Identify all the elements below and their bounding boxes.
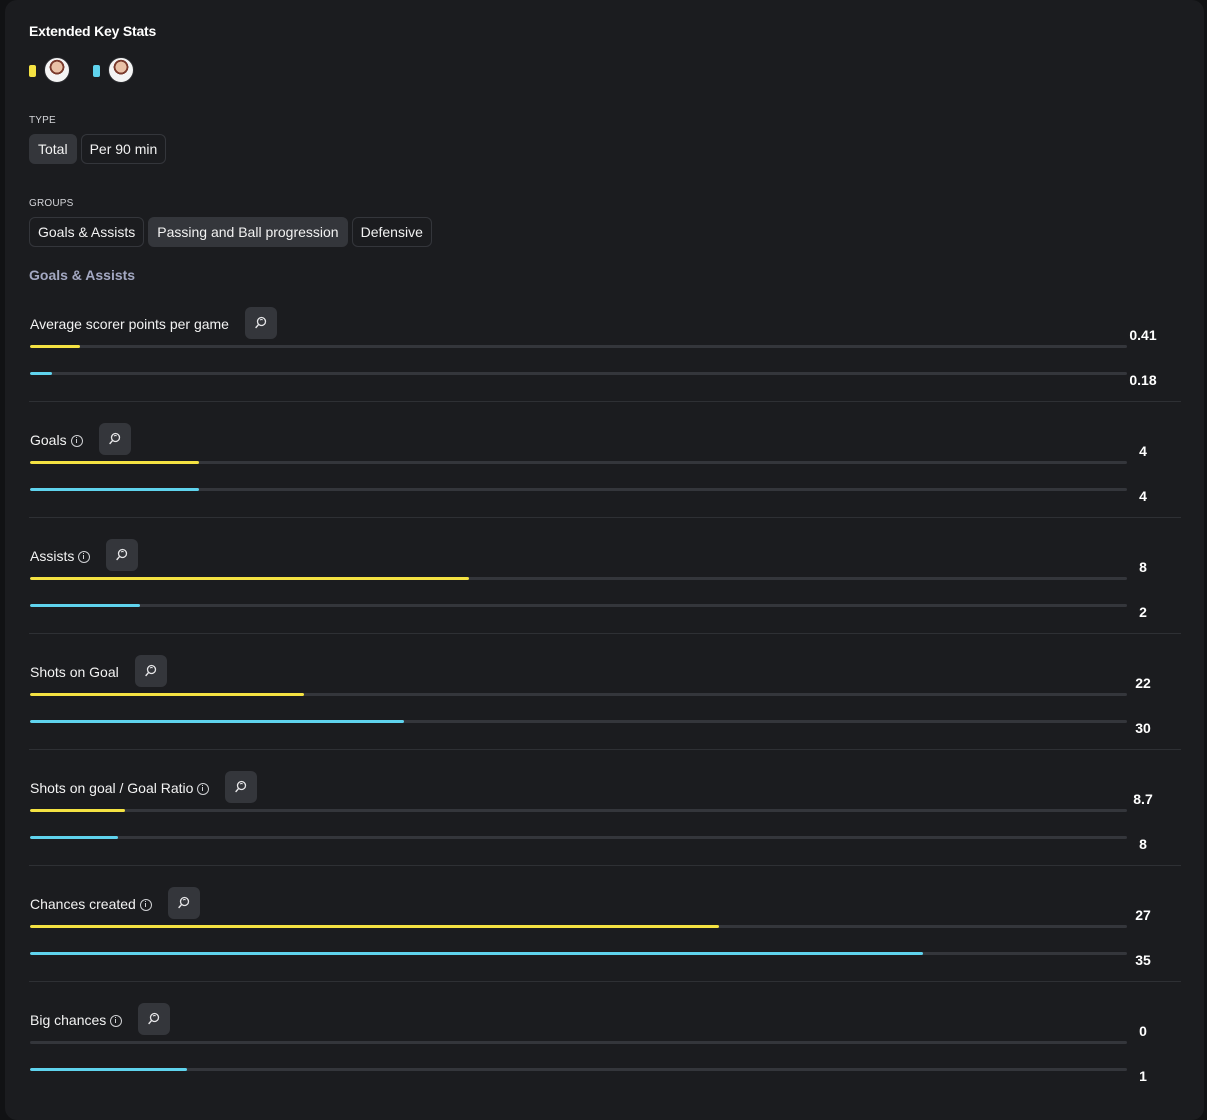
magnifier-icon	[255, 316, 267, 329]
info-icon[interactable]	[70, 435, 83, 447]
type-option-per-90-min[interactable]: Per 90 min	[80, 134, 167, 164]
player1-bar-track	[30, 577, 1127, 580]
group-heading: Goals & Assists	[29, 267, 136, 283]
stat-name: Goals	[30, 432, 83, 448]
magnifier-icon	[178, 896, 190, 909]
player2-bar-fill	[30, 952, 923, 955]
stat-row: Goals 4 4	[29, 401, 1181, 518]
type-option-total[interactable]: Total	[29, 134, 77, 164]
stat-label: Shots on Goal	[30, 664, 119, 680]
player2-stat-value: 8	[1139, 836, 1147, 852]
player2-avatar[interactable]	[108, 57, 134, 83]
player2-stat-value: 1	[1139, 1068, 1147, 1084]
stat-label: Average scorer points per game	[30, 316, 229, 332]
player2-bar-track	[30, 952, 1127, 955]
player1-bar-fill	[30, 925, 719, 928]
group-option-goals-assists[interactable]: Goals & Assists	[29, 217, 145, 247]
stat-search-button[interactable]	[106, 539, 138, 571]
player1-bar-track	[30, 925, 1127, 928]
player2-bar-fill	[30, 1068, 187, 1071]
extended-key-stats-card: Extended Key Stats TYPE Total Per 90 min …	[5, 0, 1204, 1120]
stat-search-button[interactable]	[99, 423, 131, 455]
stat-search-button[interactable]	[135, 655, 167, 687]
stat-label: Shots on goal / Goal Ratio	[30, 780, 194, 796]
player1-bar-track	[30, 1041, 1127, 1044]
player2-bar-fill	[30, 372, 52, 375]
magnifier-icon	[116, 548, 128, 561]
groups-label: GROUPS	[29, 198, 74, 209]
stat-search-button[interactable]	[225, 771, 257, 803]
stat-row: Big chances 0 1	[29, 981, 1181, 1097]
player1-bar-fill	[30, 577, 469, 580]
player1-bar-track	[30, 809, 1127, 812]
player1-bar-fill	[30, 345, 81, 348]
stat-search-button[interactable]	[245, 307, 277, 339]
stat-row: Average scorer points per game 0.41 0.18	[29, 285, 1181, 402]
player1-stat-value: 0.41	[1129, 327, 1157, 343]
card-title: Extended Key Stats	[29, 23, 157, 39]
player2-color-chip	[93, 65, 100, 77]
player1-stat-value: 8	[1139, 559, 1147, 575]
player2-stat-value: 30	[1135, 720, 1151, 736]
player2-stat-value: 35	[1135, 952, 1151, 968]
group-option-defensive[interactable]: Defensive	[351, 217, 432, 247]
magnifier-icon	[109, 432, 121, 445]
stat-name: Assists	[30, 548, 91, 564]
stat-search-button[interactable]	[168, 887, 200, 919]
magnifier-icon	[145, 664, 157, 677]
player1-bar-track	[30, 345, 1127, 348]
stat-name: Chances created	[30, 896, 152, 912]
player2-bar-fill	[30, 720, 405, 723]
player2-bar-fill	[30, 604, 140, 607]
group-option-passing-and-ball-progression[interactable]: Passing and Ball progression	[148, 217, 348, 247]
player1-stat-value: 4	[1139, 443, 1147, 459]
magnifier-icon	[148, 1012, 160, 1025]
player1-bar-track	[30, 693, 1127, 696]
player1-stat-value: 8.7	[1133, 791, 1153, 807]
player2-bar-track	[30, 836, 1127, 839]
type-selector: Total Per 90 min	[29, 134, 167, 164]
player2-bar-track	[30, 720, 1127, 723]
player1-stat-value: 22	[1135, 675, 1151, 691]
player2-bar-track	[30, 488, 1127, 491]
player1-bar-fill	[30, 693, 305, 696]
player1-bar-fill	[30, 809, 126, 812]
groups-selector: Goals & Assists Passing and Ball progress…	[29, 217, 432, 247]
player2-stat-value: 4	[1139, 488, 1147, 504]
player1-stat-value: 27	[1135, 907, 1151, 923]
info-icon[interactable]	[197, 783, 210, 795]
player1-color-chip	[29, 65, 36, 77]
player1-stat-value: 0	[1139, 1023, 1147, 1039]
stat-row: Shots on Goal 22 30	[29, 633, 1181, 750]
magnifier-icon	[235, 780, 247, 793]
stat-label: Chances created	[30, 896, 136, 912]
stat-label: Assists	[30, 548, 75, 564]
stat-row: Shots on goal / Goal Ratio 8.7 8	[29, 749, 1181, 866]
info-icon[interactable]	[78, 551, 91, 563]
type-label: TYPE	[29, 115, 56, 126]
player1-bar-fill	[30, 461, 199, 464]
player1-avatar[interactable]	[44, 57, 70, 83]
player2-stat-value: 0.18	[1129, 372, 1157, 388]
player2-bar-track	[30, 604, 1127, 607]
stat-row: Assists 8 2	[29, 517, 1181, 634]
stat-row: Chances created 27 35	[29, 865, 1181, 982]
stat-label: Goals	[30, 432, 67, 448]
player2-bar-track	[30, 1068, 1127, 1071]
info-icon[interactable]	[110, 1015, 123, 1027]
stat-label: Big chances	[30, 1012, 107, 1028]
stat-name: Shots on goal / Goal Ratio	[30, 780, 210, 796]
player2-bar-fill	[30, 836, 118, 839]
stat-name: Average scorer points per game	[30, 316, 229, 332]
player2-bar-track	[30, 372, 1127, 375]
player2-bar-fill	[30, 488, 199, 491]
stat-name: Shots on Goal	[30, 664, 119, 680]
stat-search-button[interactable]	[138, 1003, 170, 1035]
stat-name: Big chances	[30, 1012, 123, 1028]
player1-bar-track	[30, 461, 1127, 464]
info-icon[interactable]	[139, 899, 152, 911]
player2-stat-value: 2	[1139, 604, 1147, 620]
